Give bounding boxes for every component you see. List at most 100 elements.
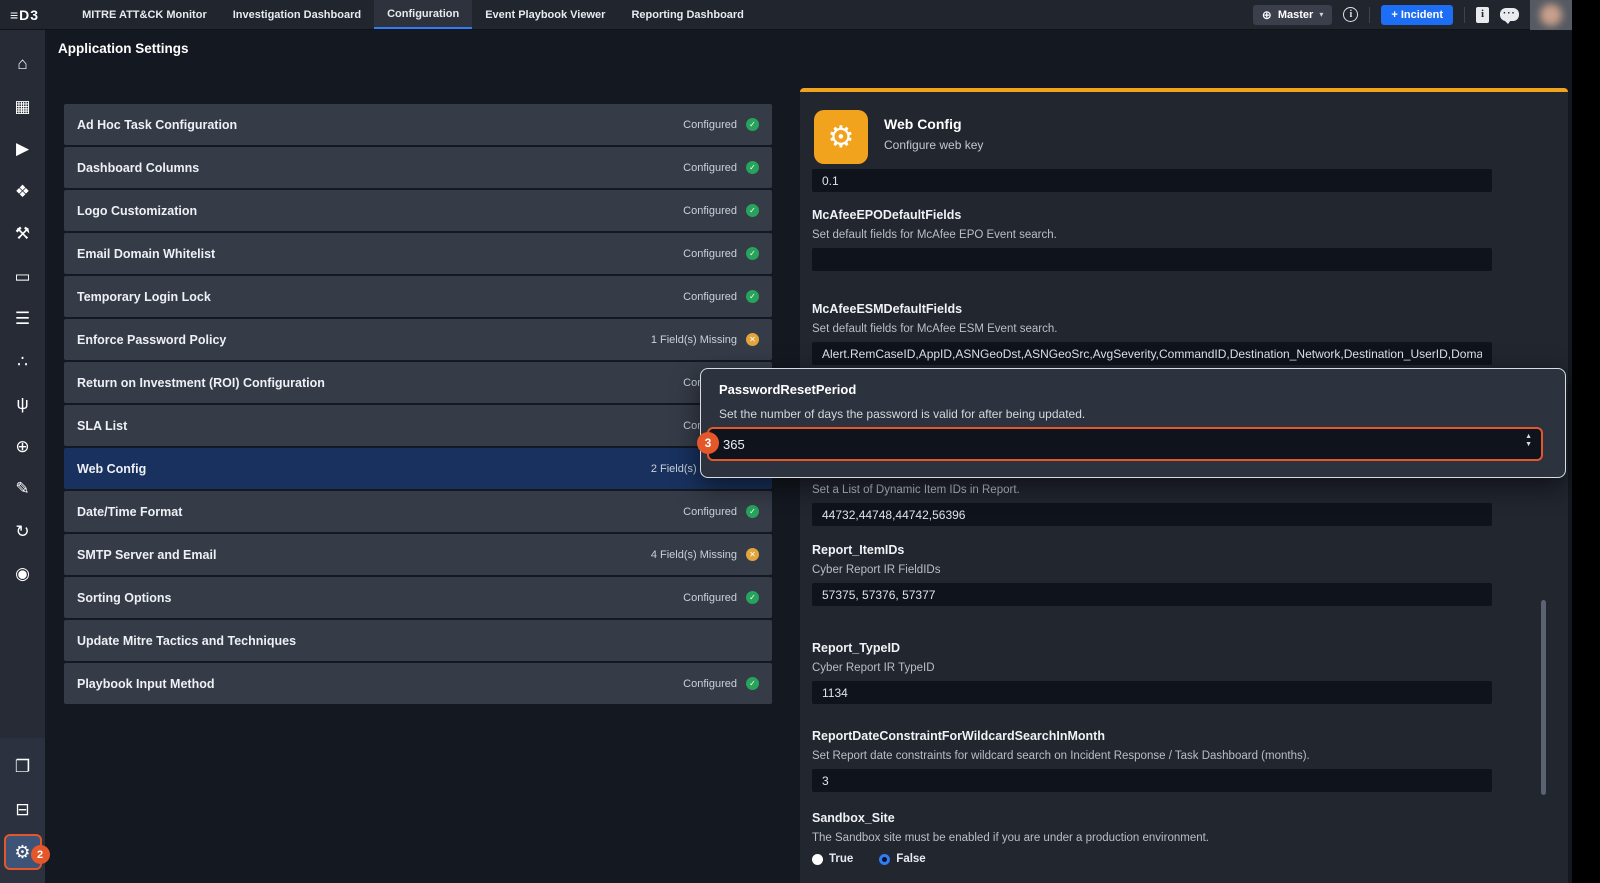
field-mcafee-esm: McAfeeESMDefaultFields Set default field… bbox=[812, 302, 1492, 365]
folder-user-icon[interactable]: ⊟ bbox=[0, 789, 45, 832]
integrations-icon[interactable]: ❖ bbox=[0, 171, 45, 214]
divider bbox=[1464, 7, 1465, 23]
database-icon[interactable]: ☰ bbox=[0, 298, 45, 341]
spinner-down-icon[interactable]: ▼ bbox=[1525, 441, 1532, 448]
tab-reporting-dashboard[interactable]: Reporting Dashboard bbox=[618, 0, 756, 29]
settings-step-badge: 2 bbox=[31, 845, 50, 864]
top-nav: ≡D3 MITRE ATT&CK Monitor Investigation D… bbox=[0, 0, 1572, 30]
document-icon[interactable] bbox=[1476, 7, 1489, 23]
config-item-status: 4 Field(s) Missing bbox=[651, 549, 737, 561]
globe-icon: ⊕ bbox=[1262, 9, 1272, 21]
config-item-label: Sorting Options bbox=[77, 591, 683, 605]
config-item-roi-configuration[interactable]: Return on Investment (ROI) Configuration… bbox=[64, 362, 772, 403]
field-description: Set Report date constraints for wildcard… bbox=[812, 750, 1492, 762]
config-item-update-mitre-tactics[interactable]: Update Mitre Tactics and Techniques bbox=[64, 620, 772, 661]
config-item-temporary-login-lock[interactable]: Temporary Login Lock Configured ✓ bbox=[64, 276, 772, 317]
status-ok-icon: ✓ bbox=[746, 505, 759, 518]
copy-pages-icon[interactable]: ❐ bbox=[0, 746, 45, 789]
web-config-panel: ⚙ Web Config Configure web key McAfeeEPO… bbox=[800, 88, 1568, 883]
radio-false-label: False bbox=[896, 853, 925, 865]
config-category-list: Ad Hoc Task Configuration Configured ✓ D… bbox=[64, 104, 772, 704]
config-item-label: SLA List bbox=[77, 419, 683, 433]
config-item-sorting-options[interactable]: Sorting Options Configured ✓ bbox=[64, 577, 772, 618]
field-description: Cyber Report IR TypeID bbox=[812, 662, 1492, 674]
field-description: The Sandbox site must be enabled if you … bbox=[812, 832, 1492, 844]
config-item-sla-list[interactable]: SLA List Configured ✓ bbox=[64, 405, 772, 446]
config-item-logo-customization[interactable]: Logo Customization Configured ✓ bbox=[64, 190, 772, 231]
config-item-playbook-input-method[interactable]: Playbook Input Method Configured ✓ bbox=[64, 663, 772, 704]
mcafee-esm-input[interactable] bbox=[812, 342, 1492, 365]
tab-event-playbook-viewer[interactable]: Event Playbook Viewer bbox=[472, 0, 618, 29]
sync-icon[interactable]: ↻ bbox=[0, 511, 45, 554]
field-mcafee-epo: McAfeeEPODefaultFields Set default field… bbox=[812, 208, 1492, 271]
site-selector[interactable]: ⊕ Master ▾ bbox=[1253, 5, 1333, 25]
status-warn-icon: ✕ bbox=[746, 333, 759, 346]
settings-gear-button[interactable]: ⚙ 2 bbox=[4, 834, 42, 870]
avatar[interactable] bbox=[1530, 0, 1572, 30]
link-analysis-icon[interactable]: ∴ bbox=[0, 341, 45, 384]
config-item-status: Configured bbox=[683, 506, 737, 518]
fingerprint-icon[interactable]: ◉ bbox=[0, 553, 45, 596]
radio-false[interactable]: False bbox=[879, 853, 925, 865]
mcafee-epo-input[interactable] bbox=[812, 248, 1492, 271]
config-item-email-domain-whitelist[interactable]: Email Domain Whitelist Configured ✓ bbox=[64, 233, 772, 274]
report-typeid-input[interactable] bbox=[812, 681, 1492, 704]
chat-icon[interactable] bbox=[1500, 8, 1519, 21]
web-config-gear-icon: ⚙ bbox=[814, 110, 868, 164]
field-description: Set default fields for McAfee EPO Event … bbox=[812, 229, 1492, 241]
globe-report-icon[interactable]: ⊕ bbox=[0, 426, 45, 469]
config-item-label: Temporary Login Lock bbox=[77, 290, 683, 304]
report-itemids-input[interactable] bbox=[812, 583, 1492, 606]
dynamic-item-ids-input[interactable] bbox=[812, 503, 1492, 526]
config-item-status: Configured bbox=[683, 162, 737, 174]
info-icon[interactable]: i bbox=[1343, 7, 1358, 22]
config-item-dashboard-columns[interactable]: Dashboard Columns Configured ✓ bbox=[64, 147, 772, 188]
field-label: McAfeeEPODefaultFields bbox=[812, 208, 1492, 222]
field-description: Set default fields for McAfee ESM Event … bbox=[812, 323, 1492, 335]
page-title: Application Settings bbox=[58, 41, 189, 56]
config-item-smtp-server-email[interactable]: SMTP Server and Email 4 Field(s) Missing… bbox=[64, 534, 772, 575]
utilities-icon[interactable]: ⚒ bbox=[0, 213, 45, 256]
new-incident-button[interactable]: + Incident bbox=[1381, 5, 1453, 25]
spinner-up-icon[interactable]: ▲ bbox=[1525, 433, 1532, 440]
config-item-label: Web Config bbox=[77, 462, 651, 476]
tab-investigation-dashboard[interactable]: Investigation Dashboard bbox=[220, 0, 374, 29]
panel-scrollbar[interactable] bbox=[1541, 600, 1546, 795]
config-item-date-time-format[interactable]: Date/Time Format Configured ✓ bbox=[64, 491, 772, 532]
config-item-status: Configured bbox=[683, 205, 737, 217]
status-ok-icon: ✓ bbox=[746, 161, 759, 174]
field-label: Report_ItemIDs bbox=[812, 543, 1492, 557]
config-item-label: Ad Hoc Task Configuration bbox=[77, 118, 683, 132]
gear-icon: ⚙ bbox=[14, 842, 30, 863]
status-ok-icon: ✓ bbox=[746, 204, 759, 217]
radio-true[interactable]: True bbox=[812, 853, 853, 865]
number-stepper[interactable]: ▲ ▼ bbox=[1525, 433, 1532, 448]
chevron-down-icon: ▾ bbox=[1319, 10, 1323, 19]
radio-selected-icon bbox=[879, 854, 890, 865]
home-icon[interactable]: ⌂ bbox=[0, 43, 45, 86]
config-item-ad-hoc-task[interactable]: Ad Hoc Task Configuration Configured ✓ bbox=[64, 104, 772, 145]
field-unlabeled bbox=[812, 169, 1492, 192]
config-item-enforce-password-policy[interactable]: Enforce Password Policy 1 Field(s) Missi… bbox=[64, 319, 772, 360]
config-item-label: Email Domain Whitelist bbox=[77, 247, 683, 261]
radio-true-label: True bbox=[829, 853, 853, 865]
config-item-status: 1 Field(s) Missing bbox=[651, 334, 737, 346]
unlabeled-input[interactable] bbox=[812, 169, 1492, 192]
popup-description: Set the number of days the password is v… bbox=[719, 407, 1085, 421]
broadcast-icon[interactable]: ψ bbox=[0, 383, 45, 426]
calendar-play-icon[interactable]: ▦ bbox=[0, 86, 45, 129]
status-ok-icon: ✓ bbox=[746, 591, 759, 604]
window-icon[interactable]: ▭ bbox=[0, 256, 45, 299]
report-edit-icon[interactable]: ✎ bbox=[0, 468, 45, 511]
status-ok-icon: ✓ bbox=[746, 290, 759, 303]
password-reset-period-popup: PasswordResetPeriod Set the number of da… bbox=[700, 368, 1566, 478]
playbook-viewer-icon[interactable]: ▶ bbox=[0, 128, 45, 171]
config-item-status: Configured bbox=[683, 248, 737, 260]
password-reset-period-input[interactable] bbox=[723, 429, 1483, 459]
field-description: Set a List of Dynamic Item IDs in Report… bbox=[812, 484, 1492, 496]
config-item-web-config[interactable]: Web Config 2 Field(s) Missing ✕ bbox=[64, 448, 772, 489]
report-date-constraint-input[interactable] bbox=[812, 769, 1492, 792]
tab-mitre-attck-monitor[interactable]: MITRE ATT&CK Monitor bbox=[69, 0, 220, 29]
field-report-date-constraint: ReportDateConstraintForWildcardSearchInM… bbox=[812, 729, 1492, 792]
tab-configuration[interactable]: Configuration bbox=[374, 0, 472, 29]
